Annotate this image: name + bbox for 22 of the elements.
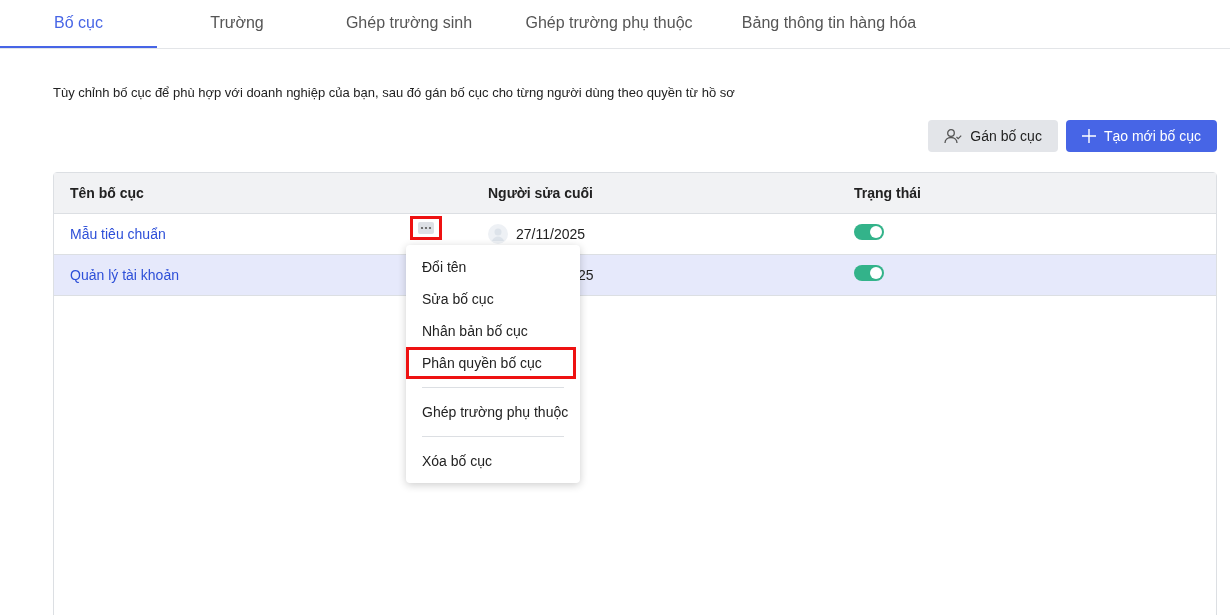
- more-icon: [418, 222, 434, 234]
- more-button[interactable]: [410, 216, 442, 240]
- description: Tùy chỉnh bố cục để phù hợp với doanh nghiệp của bạn, sau đó gán bố cục cho từng người dùng theo quyền từ hồ sơ: [53, 85, 736, 100]
- column-header: Tên bố cục: [69, 185, 145, 201]
- status-toggle[interactable]: [854, 224, 884, 240]
- tab[interactable]: Bố cục: [0, 0, 157, 48]
- menu-item[interactable]: Phân quyền bố cục: [406, 347, 576, 379]
- modified-date: 27/11/2025: [516, 226, 586, 242]
- menu-item[interactable]: Nhân bản bố cục: [406, 315, 580, 347]
- column-header: Người sửa cuối: [487, 185, 594, 201]
- layout-name-link[interactable]: Mẫu tiêu chuẩn: [70, 226, 166, 242]
- tab[interactable]: Ghép trường sinh: [317, 0, 501, 48]
- assign-layout-button[interactable]: Gán bố cục: [928, 120, 1058, 152]
- tab[interactable]: Bảng thông tin hàng hóa: [717, 0, 941, 48]
- create-layout-button[interactable]: Tạo mới bố cục: [1065, 120, 1217, 152]
- status-toggle[interactable]: [854, 265, 884, 281]
- layout-name-link[interactable]: Quản lý tài khoản: [70, 267, 179, 283]
- tab[interactable]: Trường: [157, 0, 317, 48]
- tab[interactable]: Ghép trường phụ thuộc: [501, 0, 717, 48]
- plus-icon: [1081, 129, 1096, 143]
- column-header: Trạng thái: [854, 185, 922, 201]
- user-check-icon: [944, 128, 963, 144]
